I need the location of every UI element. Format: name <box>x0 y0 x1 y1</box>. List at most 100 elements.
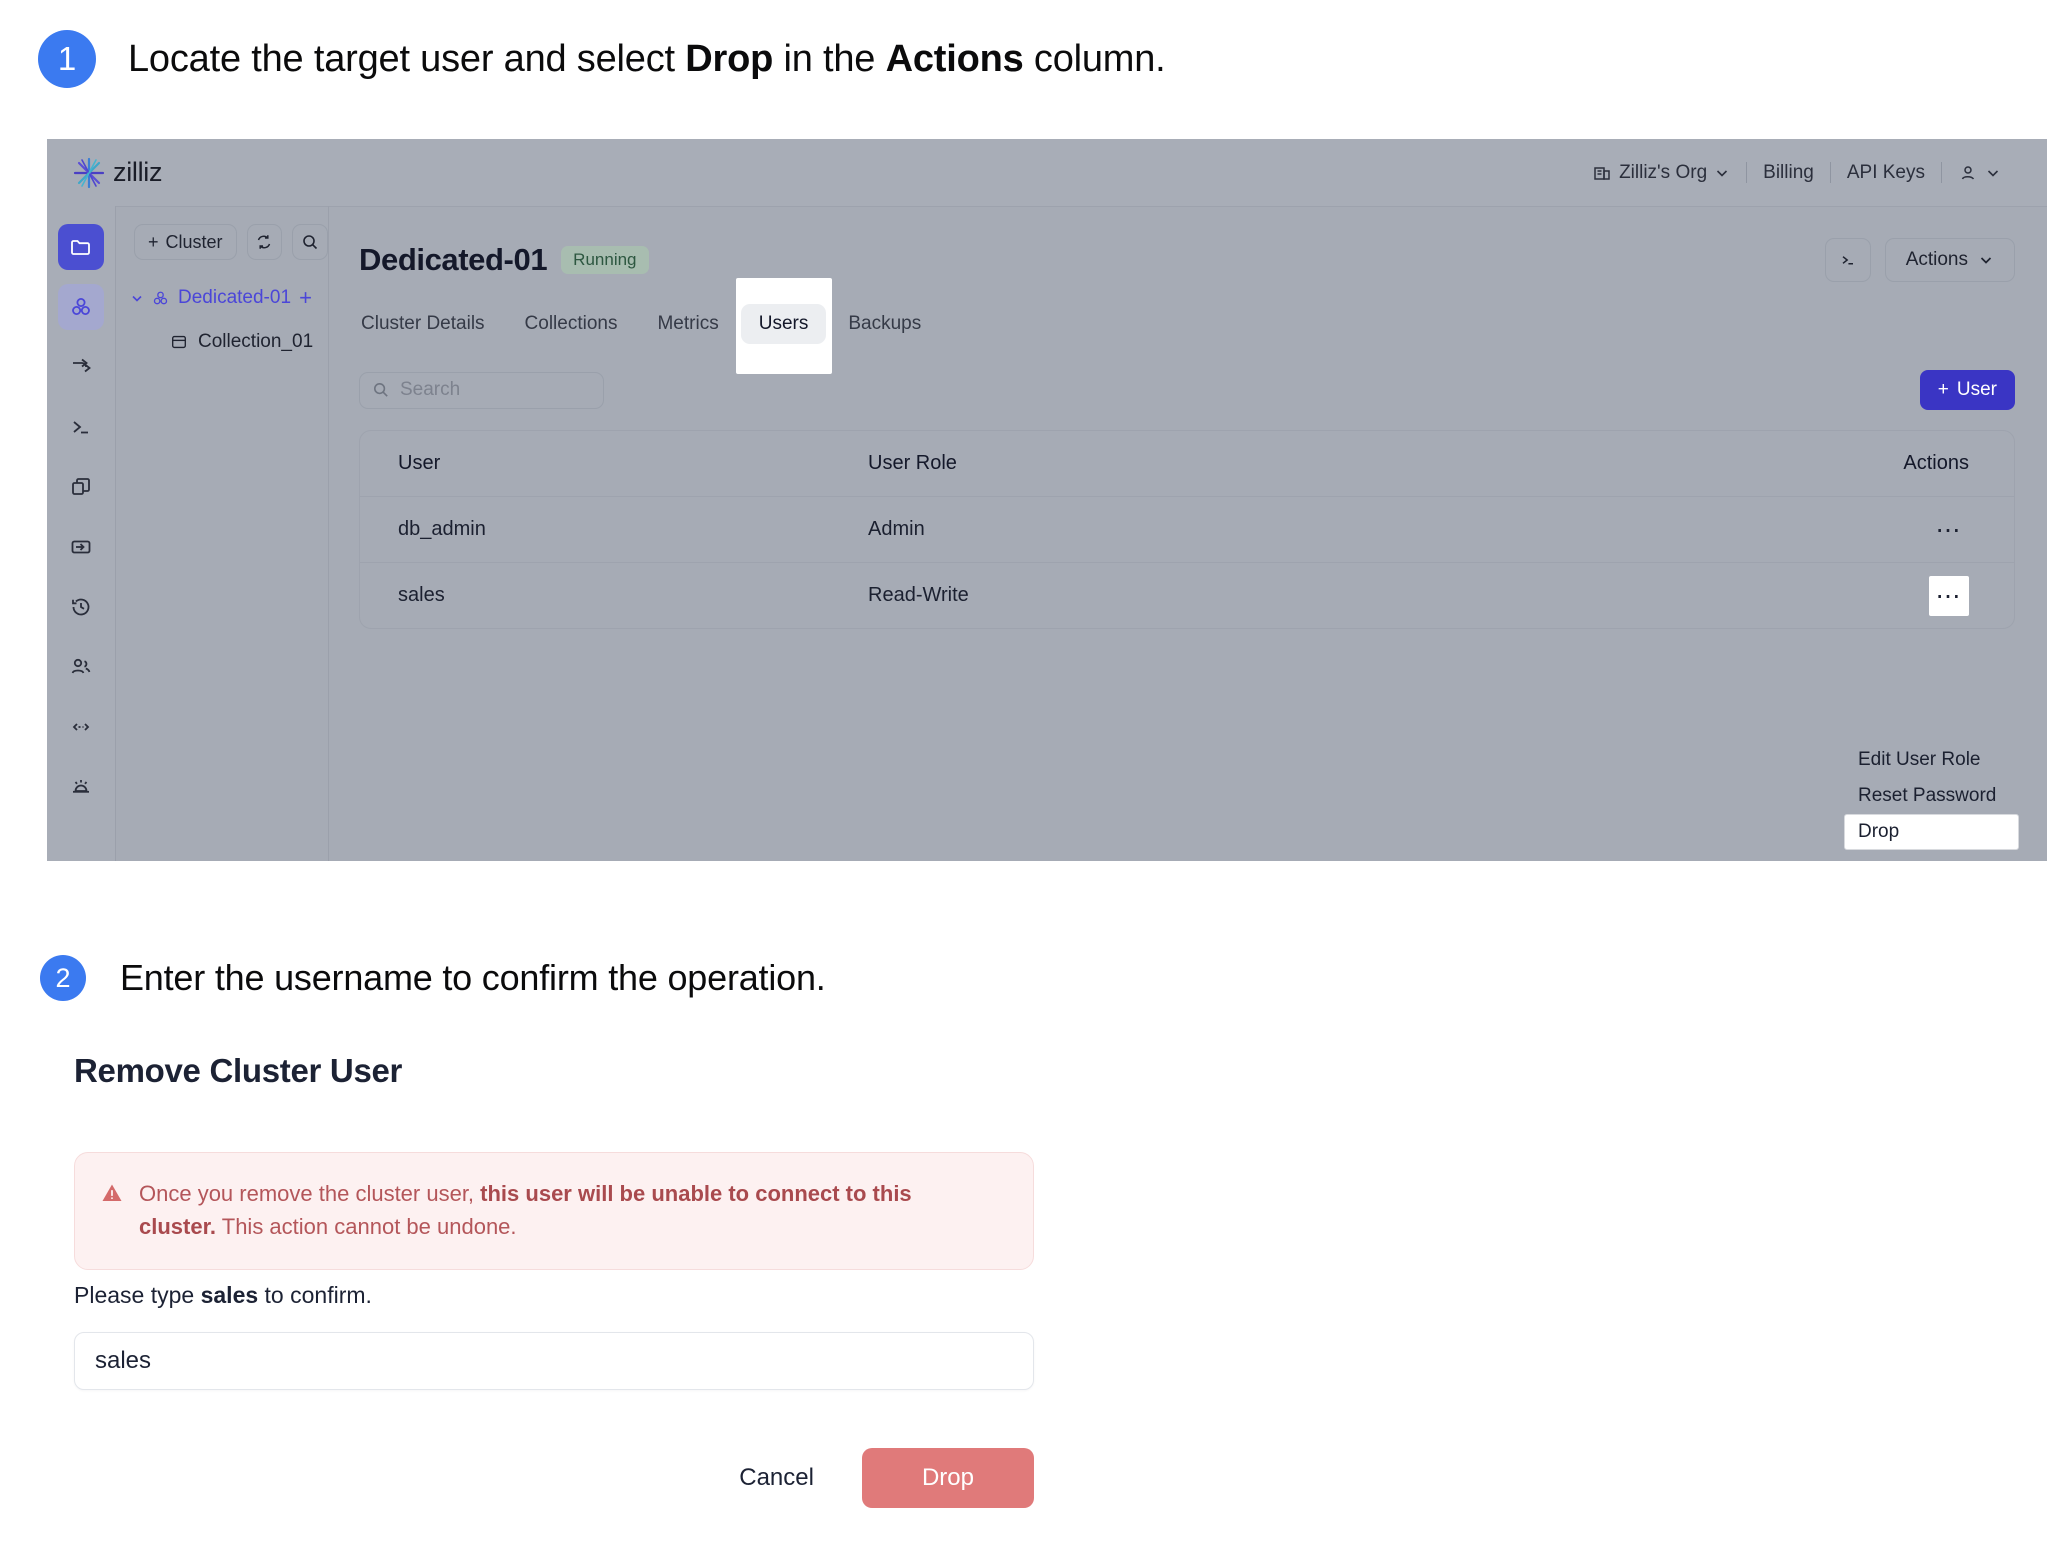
tab-backups[interactable]: Backups <box>830 304 939 344</box>
search-placeholder: Search <box>400 379 460 401</box>
sidebar-item-migrate[interactable] <box>58 524 104 570</box>
menu-item-reset-password[interactable]: Reset Password <box>1844 778 2019 814</box>
search-input[interactable]: Search <box>359 372 604 409</box>
sidebar-item-connect[interactable] <box>58 704 104 750</box>
cluster-icon <box>69 295 93 319</box>
sidebar-item-history[interactable] <box>58 584 104 630</box>
app-top-bar: zilliz Zilliz's Org Billing API Keys <box>47 139 2047 207</box>
cluster-actions-label: Actions <box>1906 249 1968 271</box>
tree-toolbar: + Cluster <box>116 206 328 260</box>
users-table: User User Role Actions db_admin Admin ⋯ … <box>359 430 2015 629</box>
tab-users[interactable]: Users <box>741 304 827 344</box>
confirm-instruction-username: sales <box>201 1282 259 1308</box>
org-switcher[interactable]: Zilliz's Org <box>1576 162 1746 184</box>
cluster-actions-button[interactable]: Actions <box>1885 238 2015 282</box>
alerts-icon <box>69 775 93 799</box>
tree-item-collection[interactable]: Collection_01 <box>116 326 328 358</box>
add-user-button[interactable]: + User <box>1920 370 2015 410</box>
app-screenshot-panel: zilliz Zilliz's Org Billing API Keys <box>47 139 2047 861</box>
brand-name: zilliz <box>113 157 162 188</box>
sidebar-item-projects[interactable] <box>58 224 104 270</box>
main-header-actions: Actions <box>1825 238 2015 282</box>
billing-label: Billing <box>1763 162 1814 184</box>
menu-item-edit-user-role[interactable]: Edit User Role <box>1844 742 2019 778</box>
warning-text-post: This action cannot be undone. <box>216 1214 516 1239</box>
main-content: Dedicated-01 Running Actions Cluster Det… <box>329 206 2047 861</box>
table-row: db_admin Admin ⋯ <box>360 497 2014 563</box>
row-actions-menu-button[interactable]: ⋯ <box>1929 510 1969 550</box>
cell-role: Admin <box>868 518 1769 541</box>
warning-icon <box>101 1182 123 1204</box>
sidebar-item-clusters[interactable] <box>58 284 104 330</box>
account-menu[interactable] <box>1942 163 2017 183</box>
tree-item-cluster[interactable]: Dedicated-01 + <box>116 282 328 314</box>
add-cluster-button[interactable]: + Cluster <box>134 224 237 260</box>
step-1-text-bold-drop: Drop <box>685 38 773 80</box>
confirm-username-value: sales <box>95 1347 151 1375</box>
tree-search-button[interactable] <box>292 224 328 260</box>
copy-icon <box>69 475 93 499</box>
step-1-badge: 1 <box>38 30 96 88</box>
row-actions-menu-button[interactable]: ⋯ <box>1929 576 1969 616</box>
step-2-badge: 2 <box>40 955 86 1001</box>
cell-actions: ⋯ <box>1769 510 2014 550</box>
import-icon <box>69 355 93 379</box>
status-badge: Running <box>561 246 648 274</box>
step-1-text-pre: Locate the target user and select <box>128 38 685 80</box>
sidebar-item-alerts[interactable] <box>58 764 104 810</box>
column-header-user: User <box>398 452 868 475</box>
chevron-down-icon[interactable] <box>130 291 144 305</box>
terminal-button[interactable] <box>1825 238 1871 282</box>
warning-banner: Once you remove the cluster user, this u… <box>74 1152 1034 1270</box>
warning-text: Once you remove the cluster user, this u… <box>139 1177 969 1243</box>
user-icon <box>1958 163 1978 183</box>
sidebar-item-users[interactable] <box>58 644 104 690</box>
tab-collections[interactable]: Collections <box>507 304 636 344</box>
confirm-instruction-post: to confirm. <box>258 1282 372 1308</box>
left-icon-rail <box>47 206 116 861</box>
search-icon <box>301 233 319 251</box>
drop-button[interactable]: Drop <box>862 1448 1034 1508</box>
tree-collection-label: Collection_01 <box>198 331 313 353</box>
plus-icon: + <box>148 232 159 253</box>
tab-cluster-details[interactable]: Cluster Details <box>343 304 503 344</box>
page-title: Dedicated-01 <box>359 242 547 278</box>
tab-metrics[interactable]: Metrics <box>639 304 736 344</box>
dialog-title: Remove Cluster User <box>74 1052 402 1090</box>
brand-logo[interactable]: zilliz <box>72 156 162 190</box>
step-1-text: Locate the target user and select Drop i… <box>128 38 1166 81</box>
refresh-button[interactable] <box>247 224 283 260</box>
cancel-button[interactable]: Cancel <box>739 1464 814 1492</box>
table-toolbar: Search + User <box>359 370 2015 410</box>
menu-item-drop[interactable]: Drop <box>1844 814 2019 850</box>
history-icon <box>69 595 93 619</box>
warning-triangle-icon <box>101 1182 123 1243</box>
confirm-username-input[interactable]: sales <box>74 1332 1034 1390</box>
api-keys-link[interactable]: API Keys <box>1831 162 1941 184</box>
cell-user: sales <box>398 584 868 607</box>
column-header-actions: Actions <box>1769 452 2014 475</box>
sidebar-item-import[interactable] <box>58 344 104 390</box>
folder-icon <box>69 235 93 259</box>
search-icon <box>372 381 390 399</box>
confirm-instruction: Please type sales to confirm. <box>74 1282 372 1309</box>
cell-role: Read-Write <box>868 584 1769 607</box>
column-header-role: User Role <box>868 452 1769 475</box>
zilliz-star-icon <box>72 156 106 190</box>
sidebar-item-copy[interactable] <box>58 464 104 510</box>
step-2-heading: 2 Enter the username to confirm the oper… <box>40 955 826 1001</box>
cluster-tree-panel: + Cluster Dedicated-01 + C <box>116 206 329 861</box>
confirm-instruction-pre: Please type <box>74 1282 201 1308</box>
billing-link[interactable]: Billing <box>1747 162 1830 184</box>
table-header-row: User User Role Actions <box>360 431 2014 497</box>
migrate-icon <box>69 535 93 559</box>
add-user-label: User <box>1957 379 1997 401</box>
tree-cluster-label: Dedicated-01 <box>178 287 291 309</box>
chevron-down-icon <box>1978 252 1994 268</box>
table-row: sales Read-Write ⋯ <box>360 563 2014 628</box>
sidebar-item-terminal[interactable] <box>58 404 104 450</box>
add-collection-icon[interactable]: + <box>299 287 312 309</box>
step-1-heading: 1 Locate the target user and select Drop… <box>38 30 1166 88</box>
users-icon <box>69 655 93 679</box>
terminal-icon <box>69 415 93 439</box>
